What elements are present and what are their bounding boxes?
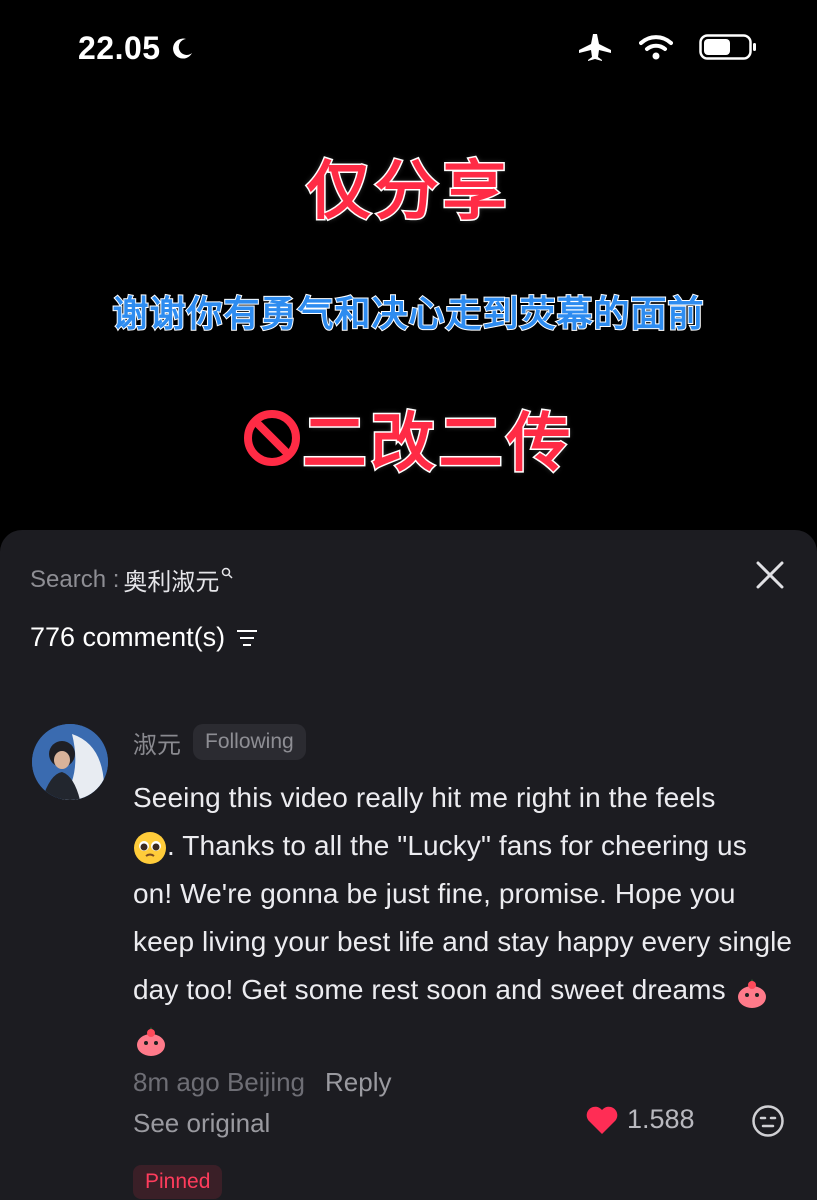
emoji-picker-icon[interactable] — [751, 1104, 785, 1138]
moon-icon — [172, 38, 192, 59]
following-badge: Following — [193, 724, 306, 760]
search-suggestion[interactable]: Search : 奥利淑元 — [30, 562, 233, 597]
status-icons — [579, 32, 757, 62]
mini-search-icon — [222, 567, 233, 579]
close-icon[interactable] — [755, 560, 785, 590]
comment-text: Seeing this video really hit me right in… — [133, 774, 793, 1062]
reply-button[interactable]: Reply — [325, 1067, 391, 1098]
author-row: 淑元 Following — [133, 722, 793, 762]
comment-count-row: 776 comment(s) — [30, 622, 259, 653]
video-caption-line2: 谢谢你有勇气和决心走到荧幕的面前 — [111, 293, 705, 336]
comment-text-part1: Seeing this video really hit me right in… — [133, 782, 716, 813]
heart-icon — [586, 1106, 618, 1134]
mascot-emoji — [137, 1026, 165, 1056]
status-time: 22.05 — [78, 30, 195, 67]
comment-time: 8m ago — [133, 1066, 220, 1097]
search-keyword[interactable]: 奥利淑元 — [123, 562, 219, 597]
no-entry-icon — [243, 410, 300, 466]
comment-count: 776 comment(s) — [30, 622, 226, 652]
comment-sheet: Search : 奥利淑元 776 comment(s) 淑元 Followin… — [0, 530, 817, 1200]
clock-text: 22.05 — [78, 30, 161, 66]
like-count: 1.588 — [627, 1104, 695, 1134]
wifi-icon — [639, 35, 673, 60]
pinned-badge: Pinned — [133, 1165, 223, 1199]
avatar[interactable] — [32, 724, 108, 800]
comment-text-part2: . Thanks to all the "Lucky" fans for che… — [133, 830, 793, 1005]
pleading-face-emoji — [134, 831, 166, 864]
like-button[interactable]: 1.588 — [585, 1104, 695, 1135]
video-caption-line3: 二改二传 — [0, 392, 817, 484]
search-label: Search : — [30, 565, 120, 593]
video-caption-line3-text: 二改二传 — [301, 406, 575, 483]
comment-time-location: 8m ago Beijing — [133, 1067, 305, 1098]
video-area[interactable]: 仅分享 谢谢你有勇气和决心走到荧幕的面前 二改二传 — [0, 110, 817, 530]
battery-icon — [699, 34, 756, 60]
screen: 22.05 仅分享 谢谢你有勇气和决心走到荧幕的面前 二改二传 Search:… — [0, 0, 817, 1200]
mascot-emoji — [737, 978, 766, 1008]
video-caption-line1: 仅分享 — [305, 154, 511, 231]
author-name[interactable]: 淑元 — [133, 725, 181, 760]
airplane-icon — [579, 34, 611, 61]
comment-meta: 8m ago Beijing Reply — [133, 1062, 793, 1102]
comment-location: Beijing — [226, 1066, 306, 1097]
sort-icon[interactable] — [235, 628, 259, 648]
